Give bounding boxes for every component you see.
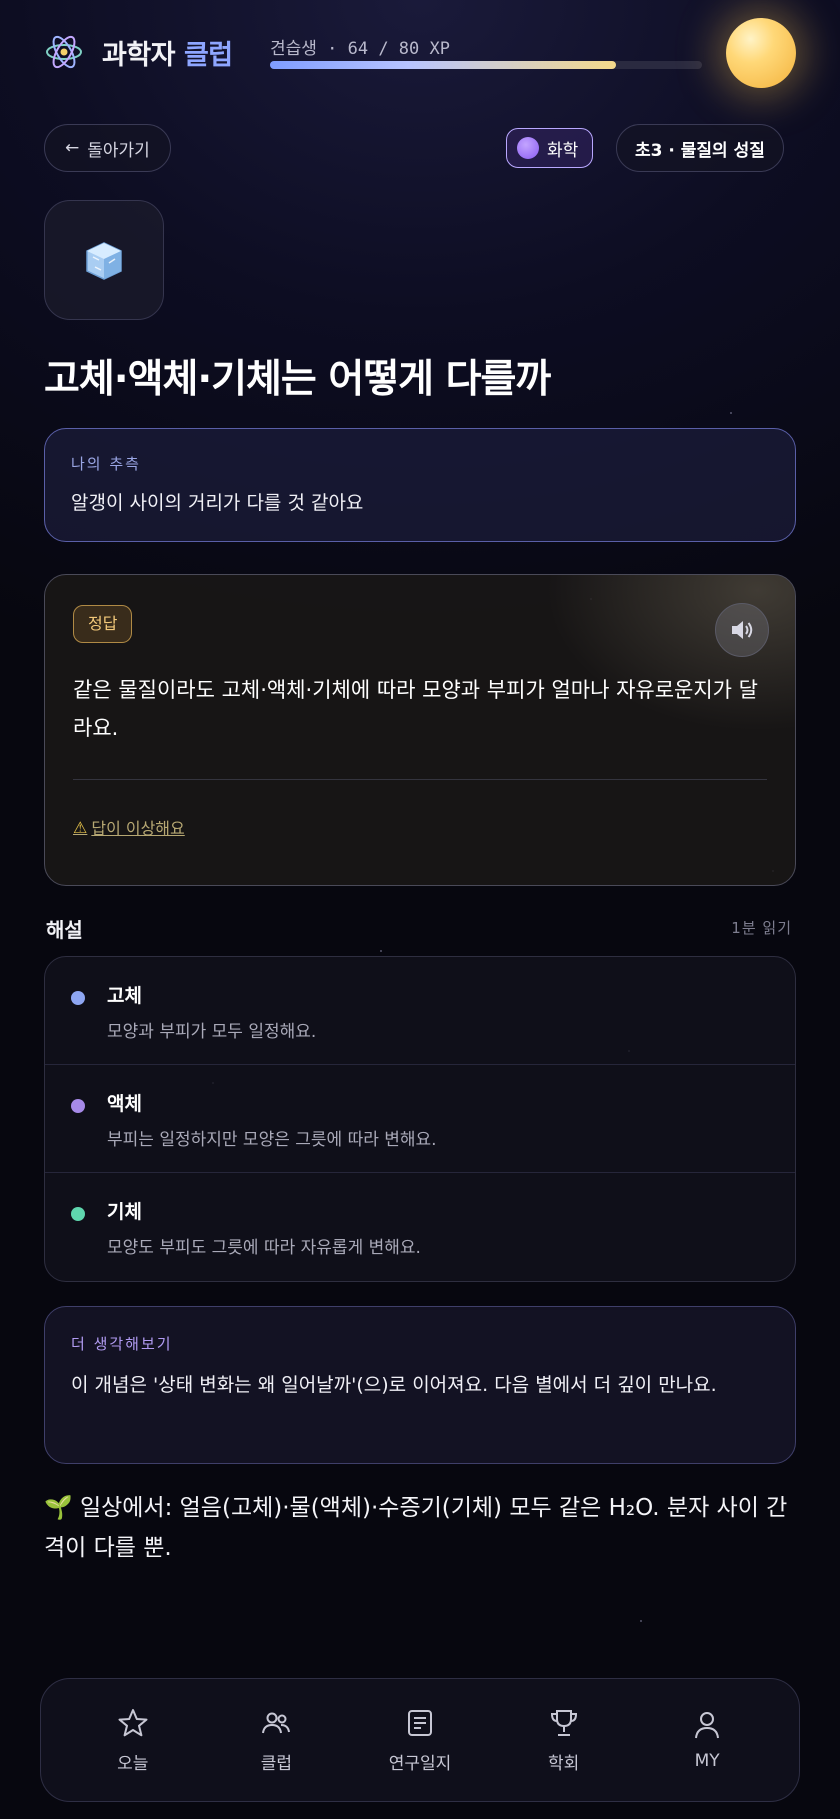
- nav-label: 클럽: [260, 1753, 293, 1774]
- app-header: 과학자 클럽 견습생 · 64 / 80 XP: [0, 0, 840, 110]
- think-more-card[interactable]: 더 생각해보기 이 개념은 '상태 변화는 왜 일어날까'(으)로 이어져요. …: [44, 1306, 796, 1464]
- warning-icon: ⚠: [73, 817, 88, 837]
- nav-label: 연구일지: [388, 1753, 452, 1774]
- report-answer-label: 답이 이상해요: [91, 819, 185, 838]
- arrow-left-icon: ←: [65, 138, 80, 158]
- app-brand: 과학자 클럽: [102, 33, 233, 72]
- nav-label: MY: [694, 1751, 720, 1771]
- xp-progress-fill: [270, 61, 616, 69]
- read-aloud-button[interactable]: [715, 603, 769, 657]
- read-time: 1분 읽기: [731, 919, 792, 937]
- users-icon: [262, 1712, 291, 1733]
- speaker-icon: [732, 621, 753, 639]
- background-star: [730, 412, 732, 414]
- state-name: 기체: [107, 1201, 142, 1223]
- list-item: 기체 모양도 부피도 그릇에 따라 자유롭게 변해요.: [45, 1173, 795, 1281]
- state-description: 모양도 부피도 그릇에 따라 자유롭게 변해요.: [107, 1238, 421, 1258]
- daily-life-note: 🌱 일상에서: 얼음(고체)·물(액체)·수증기(기체) 모두 같은 H₂O. …: [44, 1495, 788, 1561]
- xp-progress-bar: [270, 61, 702, 69]
- state-dot: [71, 1207, 85, 1221]
- atom-icon: [46, 35, 82, 69]
- background-star: [380, 950, 382, 952]
- explanation-card: 고체 모양과 부피가 모두 일정해요. 액체 부피는 일정하지만 모양은 그릇에…: [44, 956, 796, 1282]
- correct-badge: 정답: [73, 605, 133, 643]
- subject-dot-icon: [517, 137, 539, 159]
- state-dot: [71, 1099, 85, 1113]
- explanation-title: 해설: [46, 918, 83, 942]
- page-title: 고체·액체·기체는 어떻게 다를까: [44, 357, 551, 402]
- divider: [73, 779, 767, 780]
- nav-item-society[interactable]: 학회: [504, 1707, 624, 1774]
- user-icon: [695, 1712, 720, 1739]
- unit-chip[interactable]: 초3 · 물질의 성질: [616, 124, 784, 172]
- state-dot: [71, 991, 85, 1005]
- state-description: 모양과 부피가 모두 일정해요.: [107, 1022, 317, 1042]
- brand-main: 과학자: [102, 40, 176, 71]
- answer-text: 같은 물질이라도 고체·액체·기체에 따라 모양과 부피가 얼마나 자유로운지가…: [73, 678, 758, 740]
- state-name: 액체: [107, 1093, 142, 1115]
- think-more-label: 더 생각해보기: [71, 1335, 173, 1353]
- background-star: [640, 1620, 642, 1622]
- subject-chip[interactable]: 화학: [506, 128, 594, 168]
- list-item: 액체 부피는 일정하지만 모양은 그릇에 따라 변해요.: [45, 1065, 795, 1173]
- nav-item-journal[interactable]: 연구일지: [360, 1707, 480, 1774]
- nav-item-club[interactable]: 클럽: [216, 1707, 336, 1774]
- profile-planet-avatar[interactable]: [726, 18, 796, 88]
- trophy-icon: [550, 1709, 577, 1736]
- think-more-text: 이 개념은 '상태 변화는 왜 일어날까'(으)로 이어져요. 다음 별에서 더…: [71, 1374, 717, 1396]
- xp-label: 견습생 · 64 / 80 XP: [270, 39, 450, 59]
- answer-card: 정답 같은 물질이라도 고체·액체·기체에 따라 모양과 부피가 얼마나 자유로…: [44, 574, 796, 886]
- report-answer-link[interactable]: ⚠ 답이 이상해요: [73, 815, 185, 839]
- state-name: 고체: [107, 985, 142, 1007]
- subject-label: 화학: [547, 140, 579, 161]
- journal-icon: [407, 1709, 432, 1736]
- back-button[interactable]: ← 돌아가기: [44, 124, 171, 172]
- star-icon: [118, 1708, 148, 1736]
- nav-item-today[interactable]: 오늘: [73, 1707, 193, 1774]
- bottom-nav: 오늘 클럽 연구일지 학회 MY: [40, 1678, 800, 1802]
- back-button-label: 돌아가기: [87, 140, 150, 161]
- list-item: 고체 모양과 부피가 모두 일정해요.: [45, 957, 795, 1065]
- nav-label: 학회: [547, 1753, 580, 1774]
- brand-accent: 클럽: [183, 40, 233, 71]
- nav-label: 오늘: [117, 1753, 149, 1774]
- nav-item-my[interactable]: MY: [647, 1709, 767, 1771]
- guess-label: 나의 추측: [71, 455, 141, 473]
- guess-text: 알갱이 사이의 거리가 다를 것 같아요: [71, 492, 364, 514]
- my-guess-card: 나의 추측 알갱이 사이의 거리가 다를 것 같아요: [44, 428, 796, 542]
- state-description: 부피는 일정하지만 모양은 그릇에 따라 변해요.: [107, 1130, 437, 1150]
- topic-icon-box: [44, 200, 164, 320]
- ice-cube-icon: [86, 242, 122, 280]
